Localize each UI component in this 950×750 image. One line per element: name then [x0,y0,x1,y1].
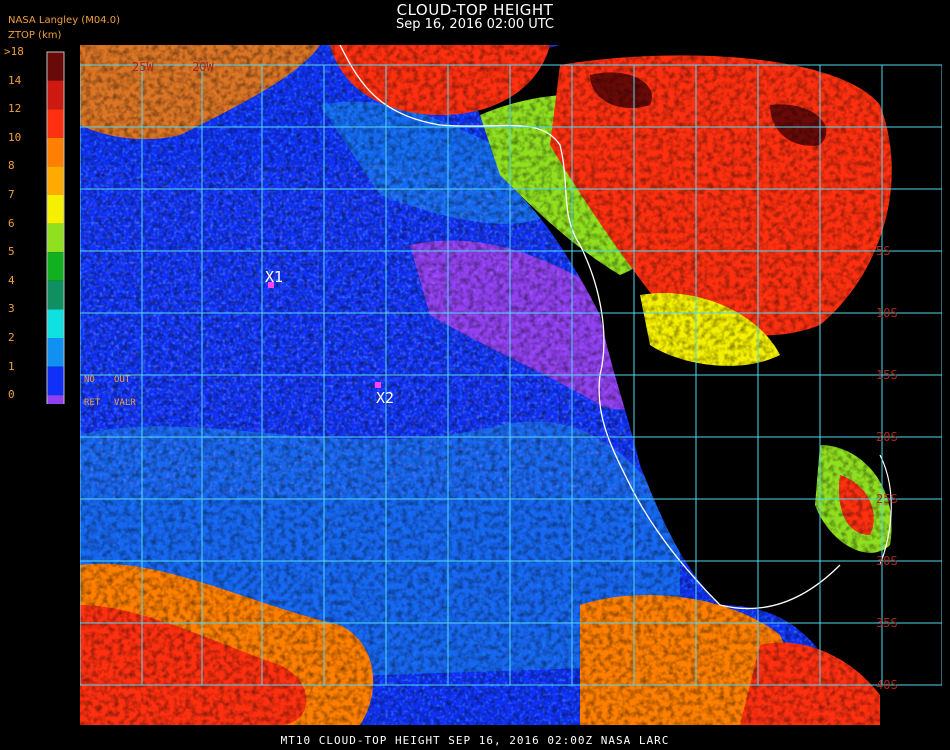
legend-ret: RET [84,398,101,408]
latitude-label: 5S [876,244,890,258]
site-marker [375,382,381,388]
legend-valr: VALR [114,398,136,408]
legend-swatch [47,195,64,224]
site-marker-label: X2 [376,389,394,407]
longitude-label: 25W [132,60,154,74]
map-timestamp: Sep 16, 2016 02:00 UTC [395,17,555,32]
legend-swatch [47,309,64,338]
legend-swatch [47,137,64,167]
legend-swatch [47,52,64,81]
legend-unit: ZTOP (km) [8,30,62,41]
legend-swatch [47,280,64,310]
legend-tick-label: 4 [8,273,15,287]
legend-swatch [47,223,64,253]
legend-swatch [47,252,64,281]
longitude-label: 20W [192,60,214,74]
satellite-map: 25W 20W 5S 10S 15S 20S 25S 30S 35S 40S X1 X2 [80,45,942,725]
legend-tick-label: 2 [8,331,15,344]
product-source: NASA Langley (M04.0) [8,15,120,26]
legend-out: OUT [114,375,131,385]
latitude-label: 10S [876,306,898,320]
color-legend: >18 14 12 10 8 7 6 5 4 3 2 1 0 [0,44,80,404]
legend-tick-label: 1 [8,359,15,373]
legend-tick-label: 14 [8,73,22,87]
legend-swatch [47,366,64,396]
latitude-label: 20S [876,430,898,444]
legend-tick-label: 12 [8,102,22,116]
map-canvas: 25W 20W 5S 10S 15S 20S 25S 30S 35S 40S X1 X2 [80,45,942,725]
legend-tick-label: 3 [8,302,15,316]
legend-tick-label: 8 [8,159,15,173]
legend-swatch [47,338,64,367]
site-marker-label: X1 [265,268,283,286]
footer-caption: MT10 CLOUD-TOP HEIGHT SEP 16, 2016 02:00… [280,734,670,747]
legend-swatch [47,80,64,110]
legend-no-ret: NO [84,375,95,385]
latitude-label: 40S [876,678,898,692]
latitude-label: 30S [876,554,898,568]
legend-tick-label: 7 [8,188,15,201]
legend-swatch [47,109,64,138]
legend-swatch [47,166,64,195]
latitude-label: 35S [876,616,898,630]
legend-tick-label: 10 [8,130,22,144]
legend-tick-label: 0 [8,388,15,402]
legend-swatch [47,395,64,404]
legend-tick-label: 5 [8,245,15,259]
latitude-label: 25S [876,492,898,506]
legend-tick-label: >18 [4,45,24,58]
latitude-label: 15S [876,368,898,382]
legend-tick-label: 6 [8,216,15,230]
